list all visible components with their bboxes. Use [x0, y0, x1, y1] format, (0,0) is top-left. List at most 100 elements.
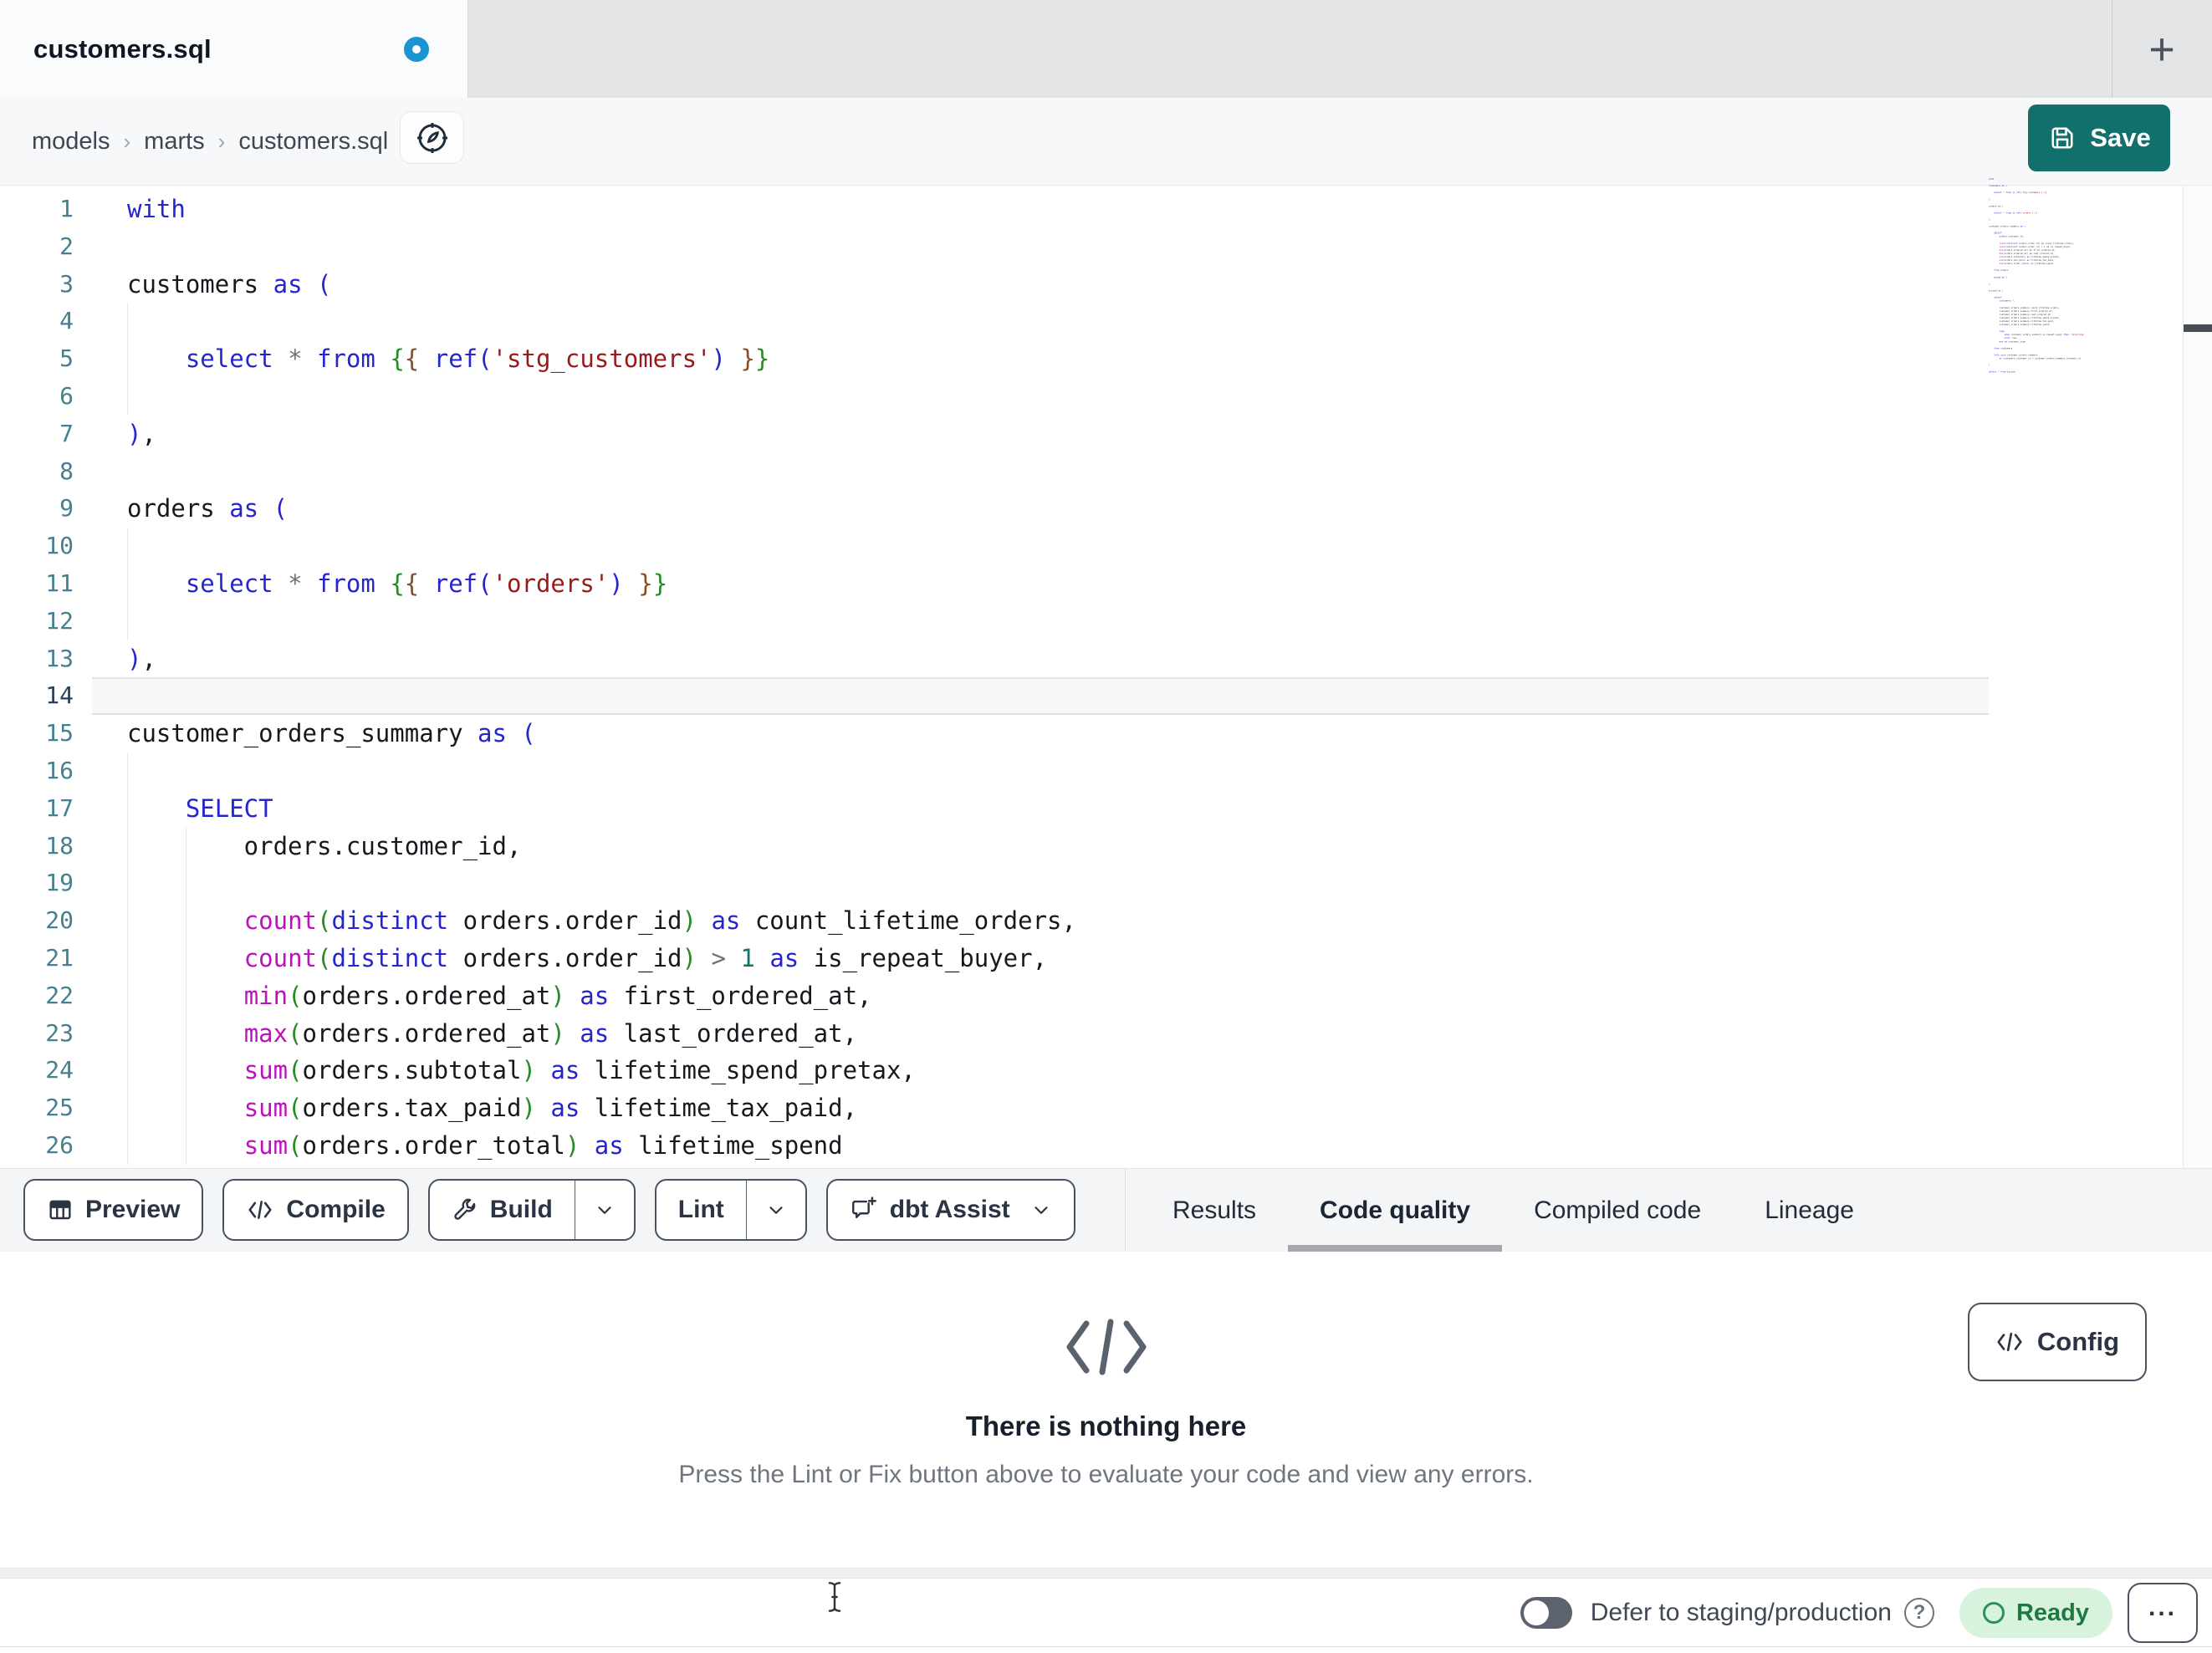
file-navigate-button[interactable]	[400, 111, 464, 164]
line-number: 18	[45, 831, 74, 860]
line-number: 10	[45, 532, 74, 560]
line-number: 7	[59, 419, 74, 447]
code-line[interactable]: customers as (	[92, 266, 1989, 304]
file-tab-customers-sql[interactable]: customers.sql	[0, 0, 468, 98]
indent-guide	[127, 1089, 128, 1127]
code-line[interactable]	[92, 228, 1989, 266]
breadcrumb-item[interactable]: customers.sql	[238, 128, 388, 156]
editor-scrollbar-thumb[interactable]	[2184, 324, 2212, 332]
indent-guide	[127, 602, 128, 640]
code-line[interactable]: SELECT	[92, 789, 1989, 828]
new-tab-button[interactable]: +	[2118, 0, 2205, 98]
code-line[interactable]: ),	[92, 640, 1989, 678]
code-line[interactable]: max(orders.ordered_at) as last_ordered_a…	[92, 1014, 1989, 1053]
panel-tab-results[interactable]: Results	[1141, 1169, 1288, 1252]
code-line[interactable]	[92, 453, 1989, 491]
lint-button-label: Lint	[677, 1196, 724, 1223]
build-dropdown-button[interactable]	[574, 1181, 634, 1239]
ready-status-label: Ready	[2015, 1599, 2089, 1626]
code-line[interactable]: min(orders.ordered_at) as first_ordered_…	[92, 977, 1989, 1015]
panel-tab-code-quality[interactable]: Code quality	[1288, 1169, 1503, 1252]
build-button[interactable]: Build	[430, 1181, 575, 1239]
code-line[interactable]	[92, 752, 1989, 790]
config-button-label: Config	[2036, 1327, 2120, 1356]
line-number: 13	[45, 644, 74, 672]
code-line[interactable]	[92, 303, 1989, 341]
code-line[interactable]: sum(orders.order_total) as lifetime_spen…	[92, 1126, 1989, 1165]
line-number: 15	[45, 719, 74, 747]
dbt-assist-button[interactable]: dbt Assist	[825, 1179, 1075, 1241]
line-number: 24	[45, 1056, 74, 1084]
line-number: 5	[59, 344, 74, 373]
compile-button-label: Compile	[286, 1196, 386, 1223]
indent-guide	[127, 789, 128, 828]
code-brackets-icon	[246, 1197, 274, 1222]
config-button[interactable]: Config	[1968, 1303, 2147, 1381]
editor-tab-bar: customers.sql +	[0, 0, 2212, 98]
toolbar-tabs-divider	[1125, 1169, 1126, 1252]
code-editor[interactable]: 1 2 3 4 5 6 7 8 9 10 11 12 13 14 15 16 17 18 19 20 21 22 23 24 2…	[0, 177, 2212, 1168]
code-line[interactable]	[92, 528, 1989, 565]
status-bar: Defer to staging/production ? Ready ...	[0, 1579, 2212, 1647]
line-number: 17	[45, 793, 74, 822]
panel-tab-compiled-code[interactable]: Compiled code	[1502, 1169, 1733, 1252]
code-line[interactable]: sum(orders.tax_paid) as lifetime_tax_pai…	[92, 1089, 1989, 1127]
code-line[interactable]: orders.customer_id,	[92, 827, 1989, 865]
code-line[interactable]: count(distinct orders.order_id) as count…	[92, 902, 1989, 940]
indent-guide	[127, 939, 128, 977]
dbt-assist-label: dbt Assist	[889, 1196, 1010, 1223]
code-lines[interactable]: with customers as ( select * from {{ ref(…	[92, 191, 1989, 1165]
indent-guide	[127, 1052, 128, 1090]
lint-dropdown-button[interactable]	[745, 1181, 805, 1239]
line-number: 11	[45, 569, 74, 597]
code-line[interactable]: orders as (	[92, 490, 1989, 528]
preview-button[interactable]: Preview	[23, 1179, 204, 1241]
indent-guide	[127, 1126, 128, 1165]
code-line[interactable]	[92, 377, 1989, 416]
code-line[interactable]	[92, 677, 1989, 716]
unsaved-changes-dot-icon	[404, 36, 429, 62]
line-number: 14	[45, 681, 74, 710]
empty-state: There is nothing here Press the Lint or …	[0, 1252, 2212, 1489]
code-line[interactable]: with	[92, 191, 1989, 228]
compile-button[interactable]: Compile	[222, 1179, 409, 1241]
line-number: 19	[45, 869, 74, 897]
indent-guide	[127, 377, 128, 416]
save-button-label: Save	[2090, 123, 2151, 152]
code-line[interactable]: count(distinct orders.order_id) > 1 as i…	[92, 939, 1989, 977]
indent-guide	[127, 564, 128, 603]
help-icon[interactable]: ?	[1903, 1598, 1934, 1628]
editor-scrollbar[interactable]	[2183, 186, 2212, 1168]
line-number: 21	[45, 943, 74, 972]
defer-toggle[interactable]	[1520, 1597, 1572, 1629]
code-line[interactable]: select * from {{ ref('stg_customers') }}	[92, 340, 1989, 378]
line-number: 26	[45, 1130, 74, 1159]
indent-guide	[127, 977, 128, 1015]
code-line[interactable]: customer_orders_summary as (	[92, 715, 1989, 753]
status-badge[interactable]: Ready	[1959, 1588, 2112, 1638]
indent-guide	[127, 752, 128, 790]
code-line[interactable]: select * from {{ ref('orders') }}	[92, 564, 1989, 603]
code-line[interactable]: ),	[92, 416, 1989, 453]
code-line[interactable]	[92, 865, 1989, 903]
line-number: 8	[59, 457, 74, 485]
line-number: 16	[45, 756, 74, 784]
save-button[interactable]: Save	[2028, 105, 2170, 171]
panel-resize-handle[interactable]	[0, 1568, 2212, 1579]
line-number: 20	[45, 906, 74, 935]
file-tab-title: customers.sql	[33, 33, 212, 64]
breadcrumb-item[interactable]: models	[32, 128, 110, 156]
editor-minimap[interactable]: with customers as ( select * from {{ ref…	[1989, 177, 2123, 380]
toggle-knob	[1523, 1600, 1549, 1625]
line-number: 2	[59, 232, 74, 260]
code-line[interactable]: sum(orders.subtotal) as lifetime_spend_p…	[92, 1052, 1989, 1090]
ready-status-icon	[1982, 1602, 2005, 1624]
defer-label: Defer to staging/production	[1590, 1599, 1892, 1626]
more-options-button[interactable]: ...	[2128, 1583, 2198, 1643]
breadcrumb-item[interactable]: marts	[144, 128, 205, 156]
empty-code-icon	[0, 1317, 2212, 1377]
empty-state-title: There is nothing here	[965, 1411, 1247, 1441]
code-line[interactable]	[92, 602, 1989, 640]
lint-button[interactable]: Lint	[656, 1181, 746, 1239]
panel-tab-lineage[interactable]: Lineage	[1733, 1169, 1886, 1252]
